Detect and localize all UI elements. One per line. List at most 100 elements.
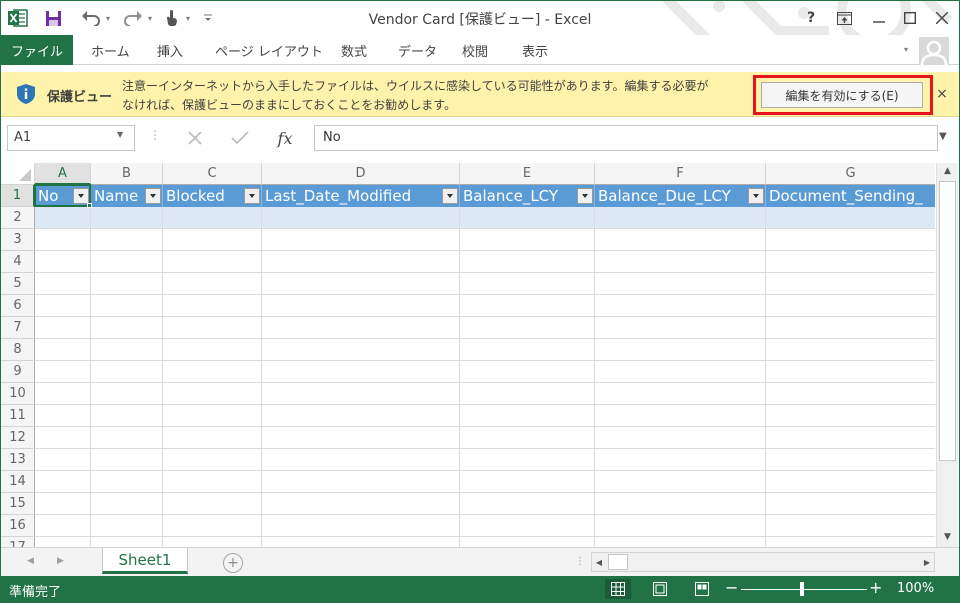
filter-dropdown-icon[interactable] bbox=[145, 188, 161, 204]
scroll-right-icon[interactable]: ▶ bbox=[920, 553, 934, 571]
grid-view-icon bbox=[611, 582, 625, 596]
cancel-entry-button[interactable] bbox=[182, 126, 208, 150]
table-header-label: Blocked bbox=[166, 187, 225, 205]
minimize-button[interactable] bbox=[864, 5, 894, 31]
account-dropdown-icon[interactable]: ▾ bbox=[904, 45, 908, 54]
enable-editing-button[interactable]: 編集を有効にする(E) bbox=[761, 82, 923, 108]
tab-file[interactable]: ファイル bbox=[1, 35, 73, 65]
table-header-cell[interactable]: Document_Sending_ bbox=[766, 185, 935, 207]
row-header-2[interactable]: 2 bbox=[1, 207, 35, 229]
next-sheet-icon[interactable]: ▶ bbox=[57, 556, 64, 566]
table-header-label: Name bbox=[94, 187, 139, 205]
maximize-button[interactable] bbox=[895, 5, 925, 31]
row-header-14[interactable]: 14 bbox=[1, 471, 35, 493]
zoom-in-button[interactable]: + bbox=[869, 578, 882, 597]
name-box[interactable]: A1 bbox=[7, 125, 135, 151]
zoom-slider[interactable] bbox=[741, 589, 867, 590]
maximize-icon bbox=[904, 12, 916, 24]
row-header-17[interactable]: 17 bbox=[1, 537, 35, 547]
row-header-7[interactable]: 7 bbox=[1, 317, 35, 339]
fill-handle[interactable] bbox=[87, 203, 92, 208]
tab-formulas[interactable]: 数式 bbox=[341, 35, 367, 65]
formula-bar-resize-handle[interactable]: ⋮ bbox=[149, 128, 161, 142]
filter-dropdown-icon[interactable] bbox=[244, 188, 260, 204]
scroll-down-icon[interactable]: ▼ bbox=[937, 529, 958, 545]
formula-input[interactable]: No bbox=[314, 125, 938, 151]
vertical-scroll-thumb[interactable] bbox=[939, 181, 956, 461]
title-bar: ▾ ▾ ▾ Vendor Card [保護ビュー] - Excel ? bbox=[1, 1, 959, 35]
tab-split-handle[interactable]: ⋮ bbox=[575, 556, 585, 567]
insert-function-button[interactable]: fx bbox=[271, 126, 299, 150]
page-layout-icon bbox=[653, 582, 667, 596]
previous-sheet-icon[interactable]: ◀ bbox=[27, 556, 34, 566]
table-data-row[interactable] bbox=[35, 207, 935, 229]
normal-view-button[interactable] bbox=[605, 579, 631, 599]
tab-data[interactable]: データ bbox=[398, 35, 437, 65]
column-header-a[interactable]: A bbox=[35, 163, 91, 185]
row-header-13[interactable]: 13 bbox=[1, 449, 35, 471]
worksheet-grid[interactable]: ABCDEFG 1234567891011121314151617 NoName… bbox=[1, 163, 935, 547]
help-button[interactable]: ? bbox=[796, 5, 826, 31]
column-gridline bbox=[90, 185, 91, 547]
row-header-9[interactable]: 9 bbox=[1, 361, 35, 383]
column-header-b[interactable]: B bbox=[91, 163, 163, 185]
account-avatar[interactable] bbox=[919, 37, 949, 65]
ribbon-display-options-button[interactable] bbox=[829, 5, 859, 31]
column-header-c[interactable]: C bbox=[163, 163, 262, 185]
row-header-12[interactable]: 12 bbox=[1, 427, 35, 449]
enter-entry-button[interactable] bbox=[227, 126, 253, 150]
row-header-6[interactable]: 6 bbox=[1, 295, 35, 317]
zoom-level[interactable]: 100% bbox=[897, 581, 934, 596]
scroll-left-icon[interactable]: ◀ bbox=[592, 553, 606, 571]
table-header-cell[interactable]: Balance_Due_LCY bbox=[595, 185, 766, 207]
column-header-d[interactable]: D bbox=[262, 163, 460, 185]
row-header-4[interactable]: 4 bbox=[1, 251, 35, 273]
table-header-label: No bbox=[38, 187, 59, 205]
page-layout-view-button[interactable] bbox=[647, 579, 673, 599]
row-header-5[interactable]: 5 bbox=[1, 273, 35, 295]
page-break-preview-button[interactable] bbox=[689, 579, 715, 599]
close-message-bar-button[interactable]: × bbox=[933, 84, 951, 104]
row-gridline bbox=[35, 294, 935, 295]
tab-insert[interactable]: 挿入 bbox=[157, 35, 183, 65]
protected-view-message-line2: なければ、保護ビューのままにしておくことをお勧めします。 bbox=[122, 98, 457, 112]
row-gridline bbox=[35, 228, 935, 229]
expand-formula-bar-icon[interactable]: ▼ bbox=[939, 131, 947, 142]
row-header-16[interactable]: 16 bbox=[1, 515, 35, 537]
row-header-8[interactable]: 8 bbox=[1, 339, 35, 361]
horizontal-scrollbar[interactable]: ◀ ▶ bbox=[591, 552, 935, 572]
column-header-f[interactable]: F bbox=[595, 163, 766, 185]
row-header-15[interactable]: 15 bbox=[1, 493, 35, 515]
sheet-tab-sheet1[interactable]: Sheet1 bbox=[102, 548, 188, 574]
new-sheet-button[interactable]: + bbox=[223, 553, 243, 573]
filter-dropdown-icon[interactable] bbox=[442, 188, 458, 204]
zoom-slider-thumb[interactable] bbox=[800, 582, 804, 596]
scroll-up-icon[interactable]: ▲ bbox=[937, 163, 958, 179]
close-window-button[interactable] bbox=[927, 5, 957, 31]
shield-info-icon bbox=[17, 84, 35, 104]
column-gridline bbox=[765, 185, 766, 547]
table-header-cell[interactable]: Last_Date_Modified bbox=[262, 185, 460, 207]
select-all-corner[interactable] bbox=[1, 163, 35, 185]
filter-dropdown-icon[interactable] bbox=[73, 188, 89, 204]
tab-view[interactable]: 表示 bbox=[522, 35, 548, 65]
name-box-dropdown-icon[interactable]: ▼ bbox=[117, 130, 123, 139]
row-header-10[interactable]: 10 bbox=[1, 383, 35, 405]
zoom-out-button[interactable]: − bbox=[725, 578, 738, 597]
row-gridline bbox=[35, 338, 935, 339]
formula-bar: A1 ▼ ⋮ fx No ▼ bbox=[1, 122, 959, 156]
tab-page-layout[interactable]: ページ レイアウト bbox=[215, 35, 323, 65]
column-header-e[interactable]: E bbox=[460, 163, 595, 185]
row-header-1[interactable]: 1 bbox=[1, 185, 35, 207]
table-header-cell[interactable]: Balance_LCY bbox=[460, 185, 595, 207]
table-header-label: Last_Date_Modified bbox=[265, 187, 412, 205]
column-header-g[interactable]: G bbox=[766, 163, 935, 185]
row-header-3[interactable]: 3 bbox=[1, 229, 35, 251]
tab-review[interactable]: 校閲 bbox=[462, 35, 488, 65]
horizontal-scroll-thumb[interactable] bbox=[608, 554, 628, 570]
row-header-11[interactable]: 11 bbox=[1, 405, 35, 427]
vertical-scrollbar[interactable]: ▲ ▼ bbox=[936, 163, 958, 547]
filter-dropdown-icon[interactable] bbox=[577, 188, 593, 204]
tab-home[interactable]: ホーム bbox=[91, 35, 130, 65]
filter-dropdown-icon[interactable] bbox=[748, 188, 764, 204]
